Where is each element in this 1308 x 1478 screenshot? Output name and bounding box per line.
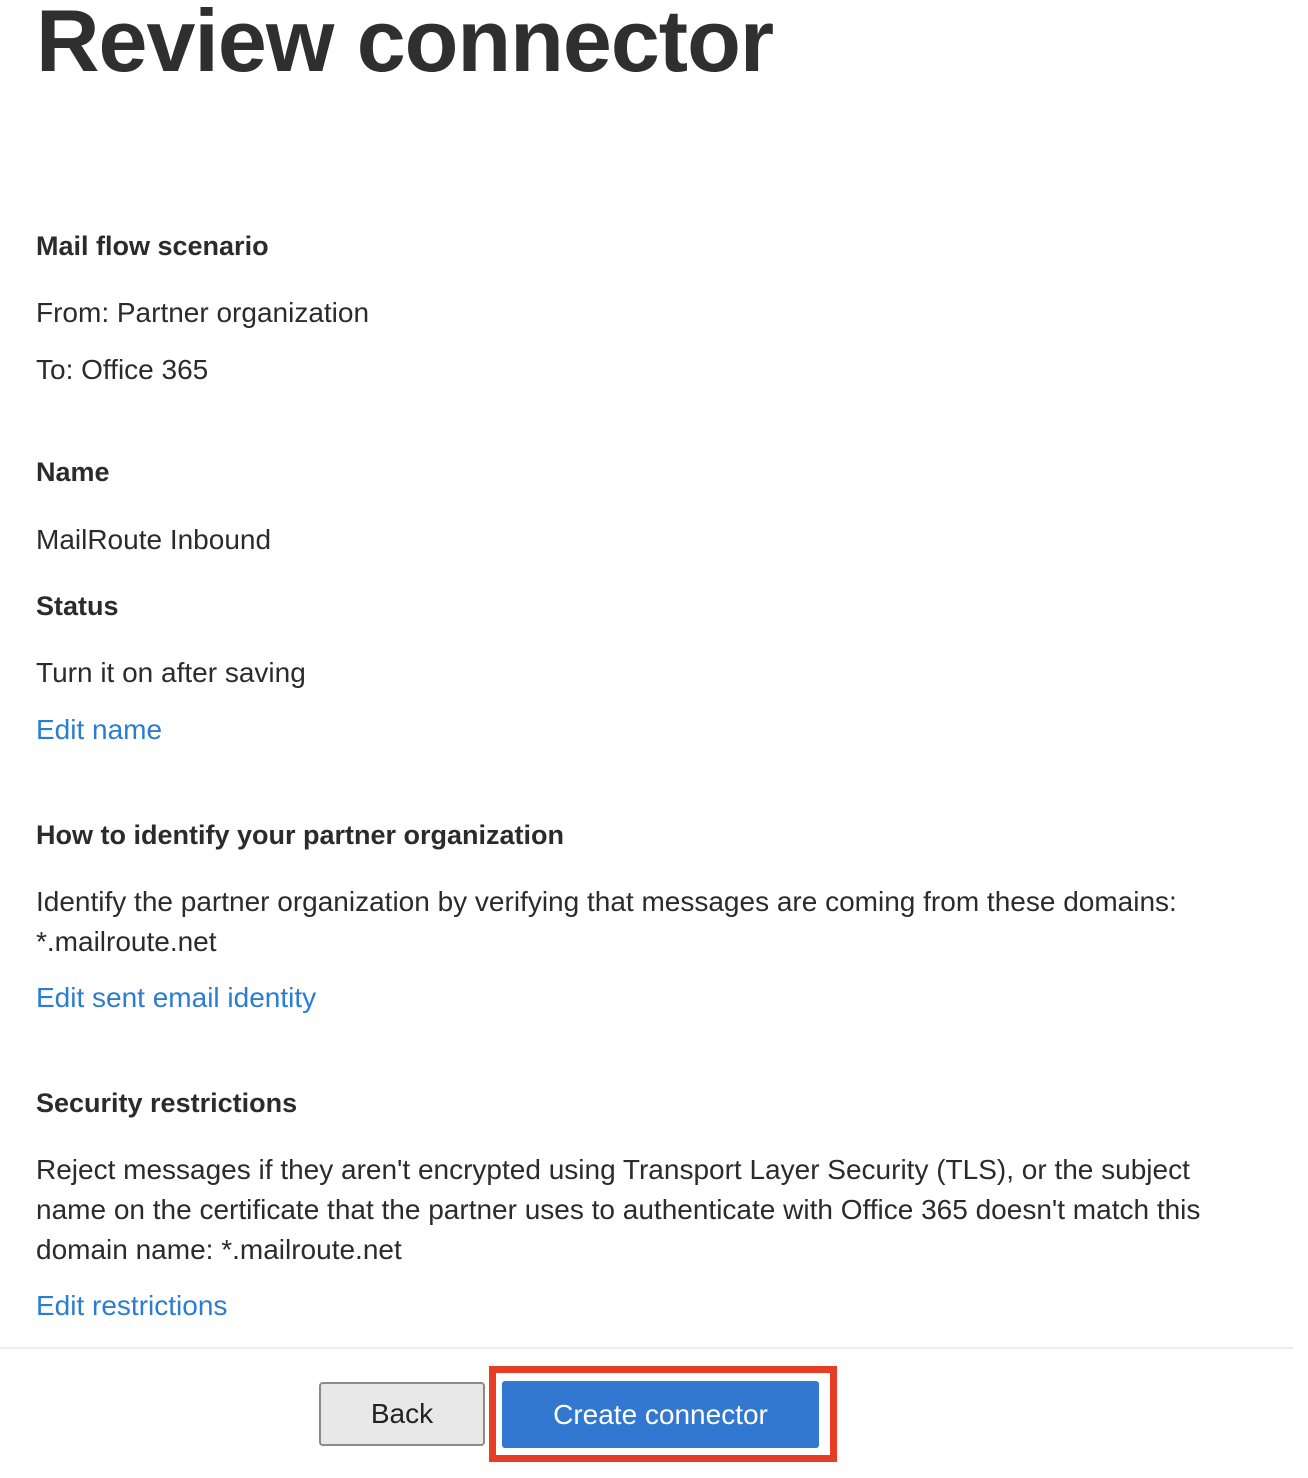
identify-text: Identify the partner organization by ver… — [36, 886, 1177, 917]
scenario-from: From: Partner organization — [36, 297, 370, 328]
section-heading-mail-flow: Mail flow scenario — [36, 231, 269, 261]
edit-restrictions-link[interactable]: Edit restrictions — [36, 1286, 227, 1326]
create-connector-button[interactable]: Create connector — [502, 1381, 819, 1448]
security-text-line1: Reject messages if they aren't encrypted… — [36, 1154, 1190, 1185]
edit-name-link[interactable]: Edit name — [36, 710, 162, 750]
security-text-line2: name on the certificate that the partner… — [36, 1194, 1201, 1225]
section-heading-name: Name — [36, 457, 110, 487]
section-heading-security: Security restrictions — [36, 1088, 298, 1118]
security-text-line3: domain name: *.mailroute.net — [36, 1234, 402, 1265]
section-heading-identify: How to identify your partner organizatio… — [36, 820, 565, 850]
back-button[interactable]: Back — [319, 1382, 485, 1446]
section-heading-status: Status — [36, 591, 119, 621]
footer-divider — [0, 1347, 1293, 1349]
connector-name: MailRoute Inbound — [36, 524, 272, 555]
edit-sent-email-identity-link[interactable]: Edit sent email identity — [36, 978, 316, 1018]
status-value: Turn it on after saving — [36, 657, 306, 688]
page-title: Review connector — [36, 0, 774, 90]
identify-domain: *.mailroute.net — [36, 926, 217, 957]
scenario-to: To: Office 365 — [36, 354, 209, 385]
